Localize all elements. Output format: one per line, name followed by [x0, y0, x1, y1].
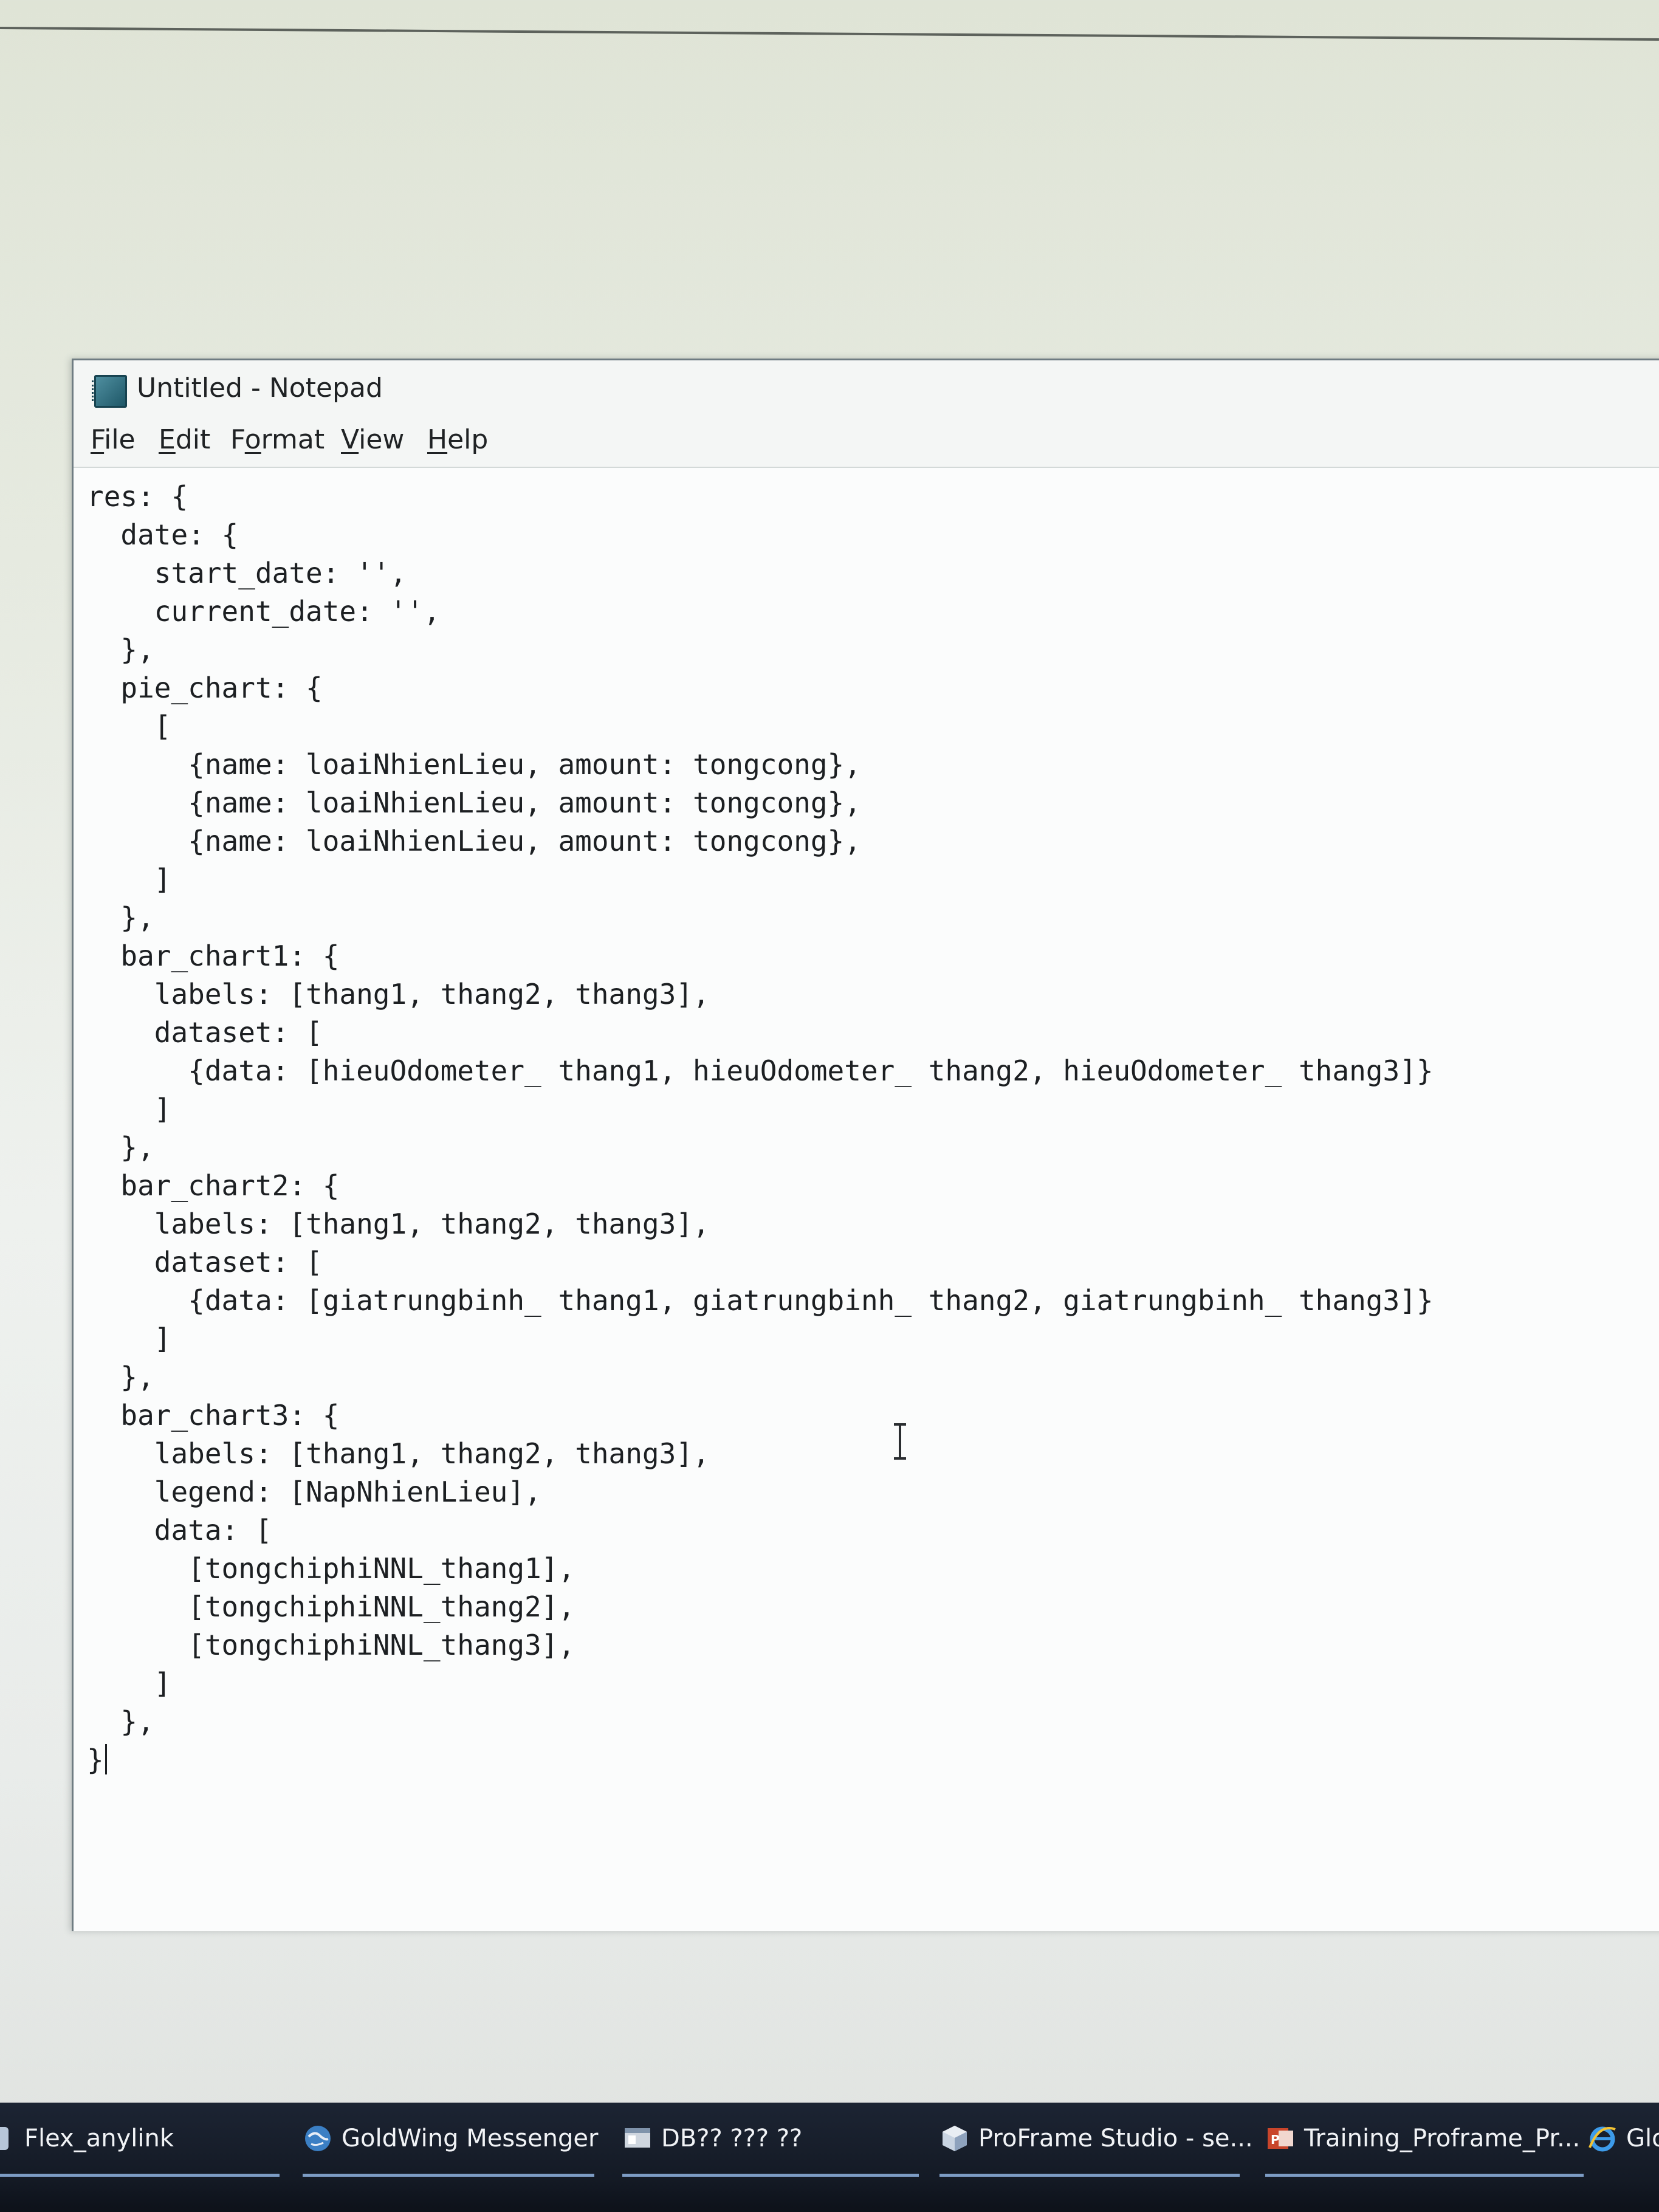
- editor-line: ]: [87, 1667, 171, 1700]
- menu-edit-label: dit: [175, 424, 211, 455]
- menu-edit[interactable]: Edit: [159, 424, 210, 455]
- title-bar[interactable]: Untitled - Notepad: [74, 360, 1659, 418]
- editor-line: dataset: [: [87, 1246, 323, 1279]
- taskbar-item-goldwing-messenger[interactable]: GoldWing Messenger: [303, 2120, 598, 2180]
- editor-line: pie_chart: {: [87, 672, 323, 704]
- editor-line-text: }: [87, 1743, 104, 1776]
- menu-help-mnemonic: H: [427, 424, 448, 455]
- taskbar-item-label: GoldWing Messenger: [342, 2124, 599, 2152]
- menu-view-label: iew: [359, 424, 405, 455]
- notepad-icon: [92, 375, 127, 408]
- desktop-background-edge: [0, 27, 1659, 41]
- editor-line: start_date: '',: [87, 557, 407, 589]
- taskbar-item-training-proframe[interactable]: P Training_Proframe_Pr...: [1265, 2120, 1584, 2180]
- menu-view[interactable]: View: [341, 424, 404, 455]
- editor-line: bar_chart3: {: [87, 1399, 340, 1432]
- editor-line: [tongchiphiNNL_thang1],: [87, 1552, 575, 1585]
- editor-line: labels: [thang1, thang2, thang3],: [87, 1437, 710, 1470]
- editor-line: current_date: '',: [87, 595, 441, 628]
- menu-format-mnemonic: o: [244, 424, 261, 455]
- window-icon: [625, 2128, 650, 2148]
- taskbar-item-label: ProFrame Studio - se...: [978, 2124, 1253, 2152]
- editor-line: res: {: [87, 480, 188, 513]
- menu-edit-mnemonic: E: [159, 424, 176, 455]
- svg-text:P: P: [1271, 2132, 1280, 2147]
- powerpoint-icon: P: [1268, 2128, 1293, 2149]
- taskbar-item-label: Flex_anylink: [24, 2124, 174, 2152]
- editor-line: [: [87, 710, 171, 743]
- taskbar-item-db[interactable]: DB?? ??? ??: [622, 2120, 919, 2180]
- editor-line: [tongchiphiNNL_thang2],: [87, 1590, 575, 1623]
- menu-format[interactable]: Format: [230, 424, 325, 455]
- editor-line: labels: [thang1, thang2, thang3],: [87, 978, 710, 1011]
- menu-help-label: elp: [447, 424, 489, 455]
- editor-line: bar_chart1: {: [87, 939, 340, 972]
- window-title: Untitled - Notepad: [137, 373, 383, 404]
- editor-line: ]: [87, 863, 171, 896]
- editor-line: [tongchiphiNNL_thang3],: [87, 1629, 575, 1661]
- app-icon: [0, 2127, 9, 2150]
- editor-line: ]: [87, 1093, 171, 1125]
- editor-line: },: [87, 1705, 154, 1738]
- menu-file[interactable]: File: [91, 424, 136, 455]
- taskbar-item-flex-anylink[interactable]: Flex_anylink: [0, 2120, 280, 2180]
- editor-line: labels: [thang1, thang2, thang3],: [87, 1207, 710, 1240]
- editor-line: },: [87, 1361, 154, 1393]
- ibeam-cursor-icon: [894, 1423, 906, 1460]
- editor-line: },: [87, 633, 154, 666]
- editor-line: legend: [NapNhienLieu],: [87, 1475, 541, 1508]
- editor-line: data: [: [87, 1514, 272, 1547]
- taskbar-item-proframe-studio[interactable]: ProFrame Studio - se...: [939, 2120, 1253, 2180]
- cube-icon: [943, 2126, 967, 2151]
- internet-explorer-icon: [1589, 2126, 1616, 2152]
- editor-line: {data: [giatrungbinh_ thang1, giatrungbi…: [87, 1284, 1434, 1317]
- taskbar-item-label: Glo: [1626, 2124, 1659, 2152]
- editor-line: },: [87, 901, 154, 934]
- notepad-window: Untitled - Notepad File Edit Format View…: [72, 359, 1659, 1931]
- editor-line: }: [87, 1743, 107, 1776]
- taskbar-item-label: DB?? ??? ??: [661, 2124, 803, 2152]
- taskbar: Flex_anylink GoldWing Messenger DB?? ???…: [0, 2103, 1659, 2212]
- menu-bar: File Edit Format View Help: [74, 418, 1659, 468]
- editor-line: {data: [hieuOdometer_ thang1, hieuOdomet…: [87, 1054, 1434, 1087]
- globe-icon: [305, 2126, 331, 2151]
- menu-view-mnemonic: V: [341, 424, 359, 455]
- menu-file-label: ile: [104, 424, 136, 455]
- menu-help[interactable]: Help: [427, 424, 488, 455]
- taskbar-item-internet-explorer[interactable]: Glo: [1587, 2120, 1659, 2180]
- editor-line: {name: loaiNhienLieu, amount: tongcong},: [87, 786, 861, 819]
- editor-line: {name: loaiNhienLieu, amount: tongcong},: [87, 748, 861, 781]
- menu-format-label: rmat: [261, 424, 325, 455]
- taskbar-item-label: Training_Proframe_Pr...: [1304, 2124, 1581, 2152]
- editor-line: date: {: [87, 518, 239, 551]
- menu-format-prefix: F: [230, 424, 245, 455]
- text-editor[interactable]: res: { date: { start_date: '', current_d…: [74, 468, 1659, 1931]
- editor-line: bar_chart2: {: [87, 1169, 340, 1202]
- editor-line: dataset: [: [87, 1016, 323, 1049]
- editor-line: {name: loaiNhienLieu, amount: tongcong},: [87, 825, 861, 857]
- editor-line: ]: [87, 1322, 171, 1355]
- menu-file-mnemonic: F: [91, 424, 105, 455]
- editor-line: },: [87, 1131, 154, 1164]
- text-caret: [105, 1744, 107, 1774]
